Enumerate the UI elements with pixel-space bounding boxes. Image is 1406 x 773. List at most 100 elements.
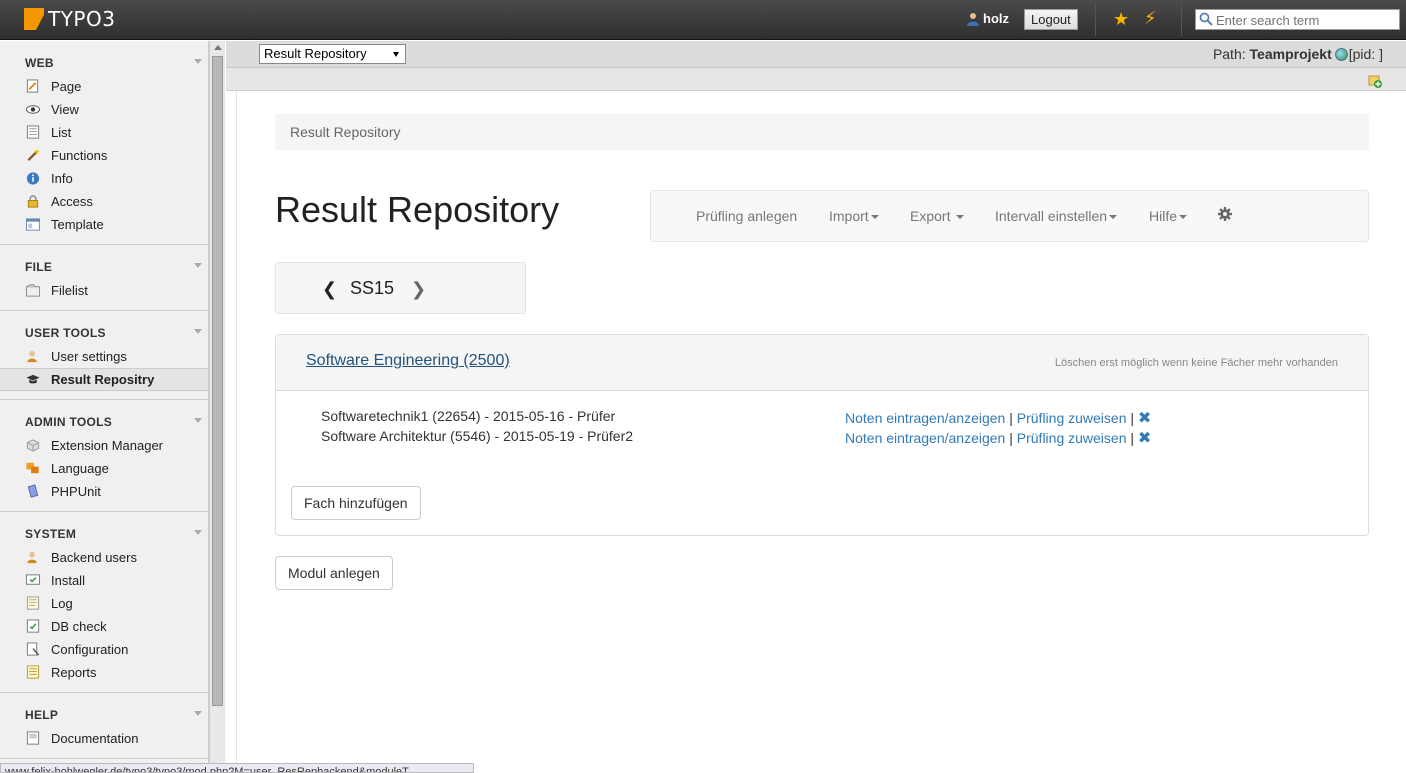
sidebar-group-admin-tools: ADMIN TOOLS Extension Manager Language PHPU… [0,400,208,512]
search-icon [1199,12,1213,26]
language-icon [25,461,41,476]
lightning-icon[interactable]: ⚡ [1144,9,1157,27]
sidebar-item-label: Log [51,596,73,611]
sidebar-group-title[interactable]: HELP [0,693,208,722]
reports-icon [25,665,41,680]
collapse-caret-icon[interactable] [194,418,202,423]
sidebar-item-access[interactable]: Access [0,190,208,213]
sidebar-group-label: USER TOOLS [25,326,106,340]
sidebar-item-result-repositry[interactable]: Result Repositry [0,368,208,391]
add-subject-button[interactable]: Fach hinzufügen [291,486,421,520]
sidebar-item-label: Reports [51,665,97,680]
logout-button[interactable]: Logout [1024,9,1078,30]
exam-entry: Software Architektur (5546) - 2015-05-19… [321,428,634,444]
sidebar-item-functions[interactable]: Functions [0,144,208,167]
log-icon [25,596,41,611]
export-dropdown[interactable]: Export [910,208,965,224]
search-input[interactable] [1195,9,1400,30]
module-panel: Software Engineering (2500) Löschen erst… [275,334,1369,536]
typo3-logo[interactable]: TYPO3 [24,7,115,31]
user-menu[interactable]: holz [966,11,1009,26]
import-dropdown[interactable]: Import [829,208,879,224]
chevron-right-icon[interactable]: ❯ [411,279,426,300]
sidebar-item-backend-users[interactable]: Backend users [0,546,208,569]
chevron-left-icon[interactable]: ❮ [322,279,337,300]
sidebar-group-help: HELP Documentation [0,693,208,759]
sidebar-item-label: Install [51,573,85,588]
caret-down-icon [1179,215,1188,219]
typo3-logo-icon [24,8,44,30]
gear-icon[interactable] [1217,206,1233,222]
caret-down-icon [870,215,879,219]
db-check-icon [25,619,41,634]
scrollbar-thumb[interactable] [212,56,223,706]
sidebar-item-label: Result Repositry [51,372,155,387]
sidebar-item-view[interactable]: View [0,98,208,121]
sidebar-item-label: Filelist [51,283,88,298]
assign-examinee-link[interactable]: Prüfling zuweisen [1017,430,1127,446]
path-pid: [pid: ] [1348,46,1383,62]
info-icon [25,171,41,186]
sidebar-group-title[interactable]: ADMIN TOOLS [0,400,208,429]
user-settings-icon [25,349,41,364]
semester-switcher: ❮ SS15 ❯ [275,262,526,314]
separator: | [1130,410,1135,426]
sidebar-group-user-tools: USER TOOLS User settings Result Repositry [0,311,208,400]
new-record-icon[interactable] [1368,74,1382,88]
help-dropdown[interactable]: Hilfe [1149,208,1188,224]
sidebar-scrollbar[interactable] [209,41,225,773]
sidebar-item-db-check[interactable]: DB check [0,615,208,638]
collapse-caret-icon[interactable] [194,59,202,64]
sidebar-item-extension-manager[interactable]: Extension Manager [0,434,208,457]
delete-icon[interactable]: ✖ [1138,410,1151,427]
module-title-link[interactable]: Software Engineering (2500) [306,352,510,370]
sidebar-item-label: Language [51,461,109,476]
sidebar-item-page[interactable]: Page [0,75,208,98]
caret-down-icon [1109,215,1118,219]
interval-dropdown[interactable]: Intervall einstellen [995,208,1118,224]
user-icon [967,12,979,26]
collapse-caret-icon[interactable] [194,711,202,716]
collapse-caret-icon[interactable] [194,530,202,535]
path-value[interactable]: Teamprojekt [1250,46,1332,62]
sidebar-item-user-settings[interactable]: User settings [0,345,208,368]
sidebar-item-configuration[interactable]: Configuration [0,638,208,661]
sidebar-item-label: User settings [51,349,127,364]
module-select[interactable]: Result Repository [259,44,406,64]
delete-icon[interactable]: ✖ [1138,430,1151,447]
sidebar-item-label: Documentation [51,731,139,746]
sidebar-group-items: Backend users Install Log DB check Configura… [0,540,208,692]
breadcrumb: Result Repository [275,114,1369,150]
sidebar-item-filelist[interactable]: Filelist [0,279,208,302]
sidebar-group-title[interactable]: WEB [0,41,208,70]
sidebar-item-language[interactable]: Language [0,457,208,480]
assign-examinee-link[interactable]: Prüfling zuweisen [1017,410,1127,426]
sidebar-item-install[interactable]: Install [0,569,208,592]
grades-link[interactable]: Noten eintragen/anzeigen [845,410,1005,426]
backend-users-icon [25,550,41,565]
sidebar-group-items: Filelist [0,273,208,310]
sidebar-group-title[interactable]: FILE [0,245,208,274]
sidebar-item-label: Template [51,217,104,232]
sidebar-item-template[interactable]: Template [0,213,208,236]
toolbar-divider [1095,4,1096,36]
sidebar-group-title[interactable]: USER TOOLS [0,311,208,340]
sidebar-group-title[interactable]: SYSTEM [0,512,208,541]
create-examinee-link[interactable]: Prüfling anlegen [696,208,797,224]
sidebar-group-label: FILE [25,260,53,274]
star-icon[interactable]: ★ [1113,10,1129,28]
collapse-caret-icon[interactable] [194,263,202,268]
sidebar-item-label: Extension Manager [51,438,164,453]
sidebar-item-reports[interactable]: Reports [0,661,208,684]
sidebar-item-info[interactable]: Info [0,167,208,190]
chevron-down-icon [393,52,399,57]
sidebar-item-phpunit[interactable]: PHPUnit [0,480,208,503]
sidebar-item-list[interactable]: List [0,121,208,144]
sidebar-item-documentation[interactable]: Documentation [0,727,208,750]
collapse-caret-icon[interactable] [194,329,202,334]
create-module-button[interactable]: Modul anlegen [275,556,393,590]
scroll-up-arrow-icon[interactable] [214,45,222,50]
sidebar-item-log[interactable]: Log [0,592,208,615]
sidebar-item-label: PHPUnit [51,484,101,499]
grades-link[interactable]: Noten eintragen/anzeigen [845,430,1005,446]
